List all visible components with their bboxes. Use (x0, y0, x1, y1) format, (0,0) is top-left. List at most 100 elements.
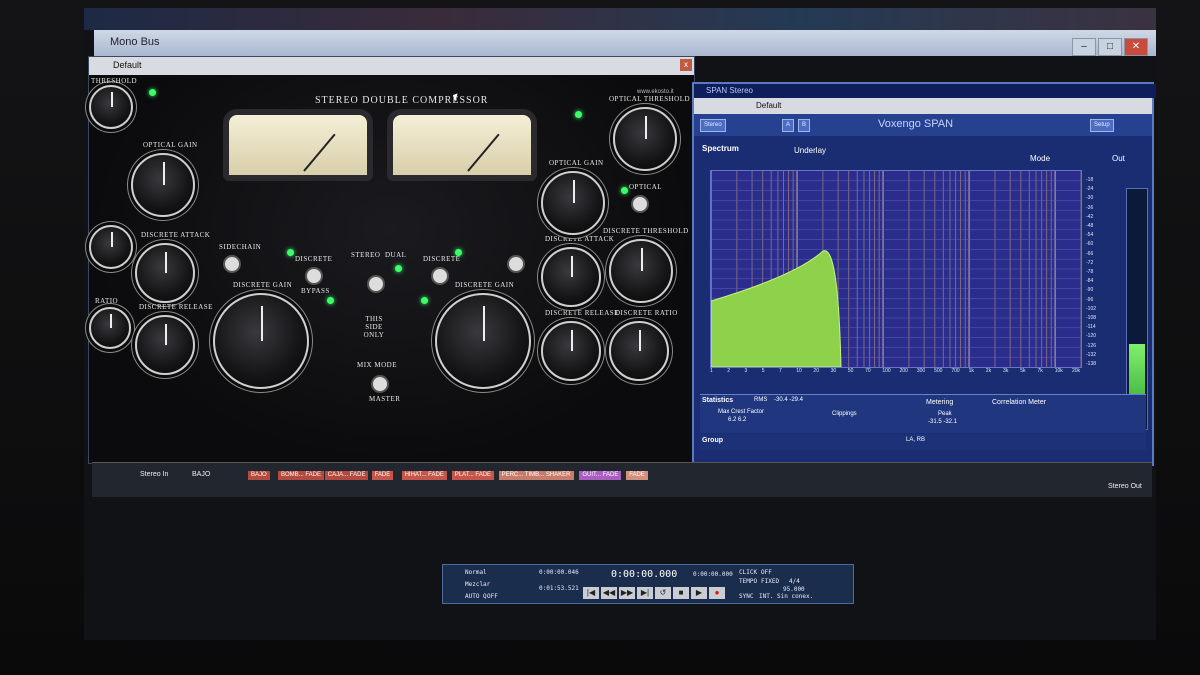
left-discrete-release-label: DISCRETE RELEASE (139, 303, 213, 311)
forward-end-button[interactable]: ▶| (637, 587, 653, 599)
stereo-dual-switch[interactable] (367, 275, 385, 293)
left-mix-led (327, 297, 334, 304)
left-bypass-label: BYPASS (301, 287, 330, 295)
freq-tick-label: 10k (1054, 368, 1063, 374)
loop-button[interactable]: ↺ (655, 587, 671, 599)
right-discrete-release-knob[interactable] (541, 321, 601, 381)
db-tick-label: -78 (1086, 269, 1094, 276)
span-b-button[interactable]: B (798, 119, 811, 132)
left-threshold-knob[interactable] (89, 85, 133, 129)
play-button[interactable]: ▶ (691, 587, 707, 599)
right-discrete-gain-knob[interactable] (435, 293, 531, 389)
mixer-channel-chip[interactable]: PERC... TIMB... SHAKER (498, 471, 574, 480)
master-label: MASTER (369, 395, 401, 403)
freq-tick-label: 7 (778, 368, 782, 374)
mixer-channel-chip[interactable]: FADE (626, 471, 648, 480)
left-ratio-label: RATIO (95, 297, 119, 305)
spectrum-curve (711, 250, 842, 367)
db-tick-label: -60 (1086, 241, 1094, 248)
clippings-label: Clippings (832, 411, 857, 417)
compressor-title: STEREO DOUBLE COMPRESSOR (315, 95, 489, 106)
underlay-label: Underlay (794, 146, 827, 155)
main-window-title: Mono Bus (110, 36, 160, 48)
stereo-label: STEREO (351, 251, 381, 259)
mix-mode-label: MIX MODE (357, 361, 397, 369)
mixer-channel-chip[interactable]: HIHAT... FADE (401, 471, 447, 480)
right-sidechain-toggle[interactable] (507, 255, 525, 273)
tempo-value: 95.000 (783, 586, 805, 593)
right-optical-threshold-knob[interactable] (613, 107, 677, 171)
stop-button[interactable]: ■ (673, 587, 689, 599)
right-optical-bypass-toggle[interactable] (631, 195, 649, 213)
dual-label: DUAL (385, 251, 407, 259)
left-ratio-knob-a[interactable] (89, 225, 133, 269)
mixer-channel-chip[interactable]: BAJO (248, 471, 270, 480)
transport-mix-mode[interactable]: Mezclar (465, 581, 490, 588)
rms-label: RMS (754, 397, 768, 403)
mixer-channel-chip[interactable]: FADE (371, 471, 394, 480)
left-discrete-release-knob[interactable] (135, 315, 195, 375)
tempo-mode[interactable]: FIXED (761, 578, 779, 585)
maximize-button[interactable]: □ (1098, 38, 1122, 56)
right-discrete-attack-knob[interactable] (541, 247, 601, 307)
span-a-button[interactable]: A (782, 119, 795, 132)
right-optical-label: OPTICAL (629, 183, 663, 191)
compressor-close-icon[interactable]: x (680, 59, 692, 71)
record-button[interactable]: ● (709, 587, 725, 599)
minimize-button[interactable]: – (1072, 38, 1096, 56)
right-discrete-threshold-knob[interactable] (609, 239, 673, 303)
mixer-channel-chip[interactable]: CAJA... FADE (324, 471, 369, 480)
right-optical-gain-knob[interactable] (541, 171, 605, 235)
master-toggle[interactable] (371, 375, 389, 393)
transport-mode[interactable]: Normal (465, 569, 487, 576)
span-routing-button[interactable]: Stereo (700, 119, 726, 132)
left-threshold-label: THRESHOLD (91, 77, 138, 85)
span-window-title[interactable]: SPAN Stereo (694, 84, 1156, 98)
right-bypass-toggle[interactable] (431, 267, 449, 285)
peak-values: -31.5 -32.1 (928, 419, 958, 425)
mixer-channel-chip[interactable]: PLAT... FADE (451, 471, 495, 480)
right-optical-led (621, 187, 628, 194)
spectrum-plot[interactable] (710, 170, 1082, 368)
right-discrete-label: DISCRETE (423, 255, 461, 263)
compressor-preset[interactable]: Default (113, 60, 142, 70)
left-vu-needle (303, 133, 336, 172)
span-preset[interactable]: Default (756, 101, 781, 110)
rewind-button[interactable]: ◀◀ (601, 587, 617, 599)
screen: Mono Bus – □ ✕ Default x STEREO DOUBLE C… (84, 8, 1156, 640)
left-ratio-knob[interactable] (89, 307, 131, 349)
left-discrete-gain-label: DISCRETE GAIN (233, 281, 293, 289)
freq-tick-label: 1k (968, 368, 974, 374)
rewind-start-button[interactable]: |◀ (583, 587, 599, 599)
stereo-in-value[interactable]: BAJO (192, 471, 210, 478)
left-optical-gain-knob[interactable] (131, 153, 195, 217)
click-state[interactable]: OFF (761, 569, 772, 576)
db-tick-label: -102 (1086, 305, 1097, 312)
click-label: CLICK (739, 569, 758, 576)
right-discrete-ratio-knob[interactable] (609, 321, 669, 381)
main-window-titlebar[interactable]: Mono Bus (94, 30, 1156, 56)
forward-button[interactable]: ▶▶ (619, 587, 635, 599)
right-discrete-threshold-label: DISCRETE THRESHOLD (603, 227, 689, 235)
left-bypass-toggle[interactable] (305, 267, 323, 285)
left-discrete-gain-knob[interactable] (213, 293, 309, 389)
right-optical-threshold-label: OPTICAL THRESHOLD (609, 95, 691, 103)
span-setup-button[interactable]: Setup (1090, 119, 1114, 132)
db-tick-label: -126 (1086, 342, 1097, 349)
right-top-led (575, 111, 582, 118)
desktop-strip (84, 8, 1156, 30)
freq-tick-label: 3 (744, 368, 748, 374)
freq-tick-label: 700 (951, 368, 960, 374)
transport-time-left: 0:00:00.046 (539, 569, 579, 576)
mixer-channel-chip[interactable]: GUIT... FADE (579, 471, 622, 480)
left-sidechain-toggle[interactable] (223, 255, 241, 273)
mixer-channel-chip[interactable]: BOMB... FADE (278, 471, 325, 480)
db-tick-label: -138 (1086, 361, 1097, 368)
span-header: Stereo A B Voxengo SPAN Setup (694, 114, 1152, 136)
sync-state[interactable]: INT. Sin conex. (759, 593, 813, 600)
transport-auto[interactable]: AUTO Q (465, 593, 487, 600)
close-button[interactable]: ✕ (1124, 38, 1148, 56)
left-discrete-attack-knob[interactable] (135, 243, 195, 303)
peak-label: Peak (938, 411, 952, 417)
freq-tick-label: 10 (796, 368, 802, 374)
